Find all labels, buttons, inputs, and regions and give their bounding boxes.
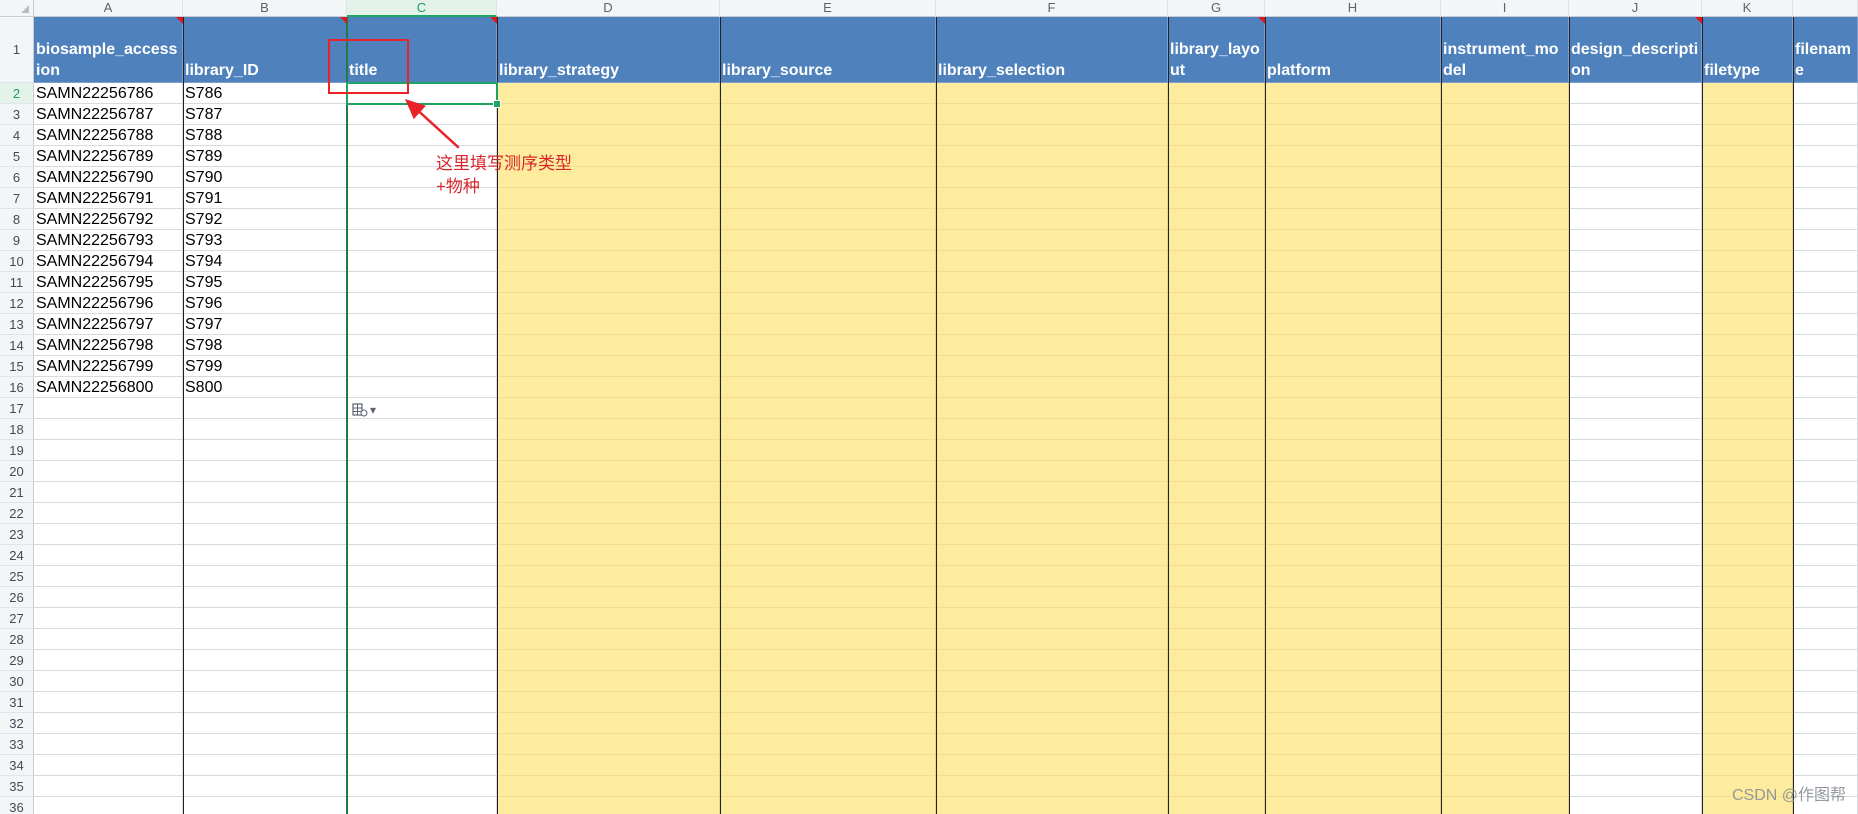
paste-options-icon: [352, 403, 368, 417]
paste-options-button[interactable]: ▾: [352, 401, 382, 419]
chevron-down-icon: ▾: [370, 403, 377, 417]
watermark: CSDN @作图帮: [1731, 787, 1846, 804]
annotation-note: 这里填写测序类型+物种: [436, 154, 572, 196]
annotation-arrow-icon: [405, 99, 460, 149]
spreadsheet[interactable]: ABCDEFGHIJK 1 2 3 4 5 6 7 8 9 10 11 12 13 14 15 16 17 18 1…: [0, 0, 1858, 814]
